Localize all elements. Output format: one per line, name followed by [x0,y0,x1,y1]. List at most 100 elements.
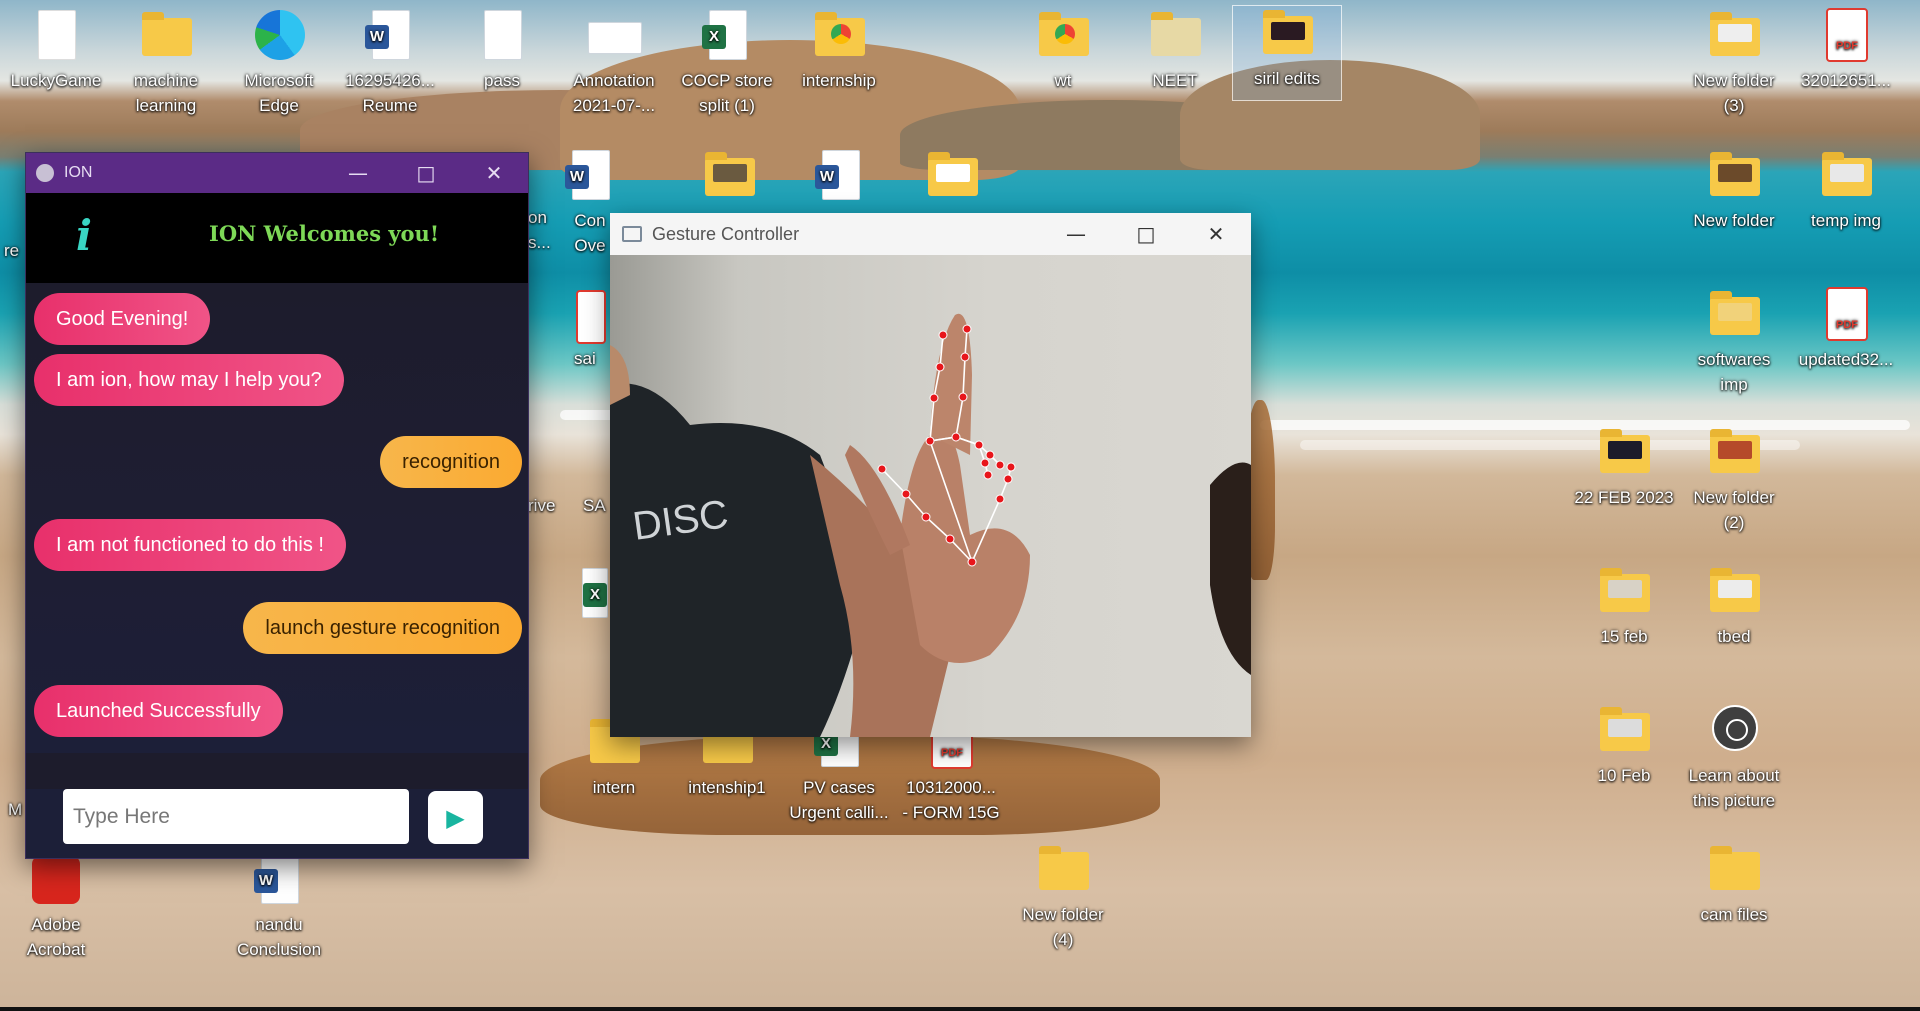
desktop-icon-15-feb[interactable]: 15 feb [1570,564,1678,649]
icon-label: re [4,241,20,260]
document-icon [28,8,84,64]
send-button[interactable]: ▶ [428,791,483,844]
icon-label: New folder [1693,211,1775,230]
ion-titlebar[interactable]: ION — □ ✕ [26,153,528,193]
desktop-icon-updated32[interactable]: PDF updated32... [1792,287,1900,372]
desktop-icon-tbed[interactable]: tbed [1680,564,1788,649]
acrobat-icon [28,852,84,908]
icon-label: New folder [1022,905,1104,924]
maximize-button[interactable]: □ [392,153,460,193]
icon-label: 22 FEB 2023 [1574,488,1674,507]
icon-label: New folder [1693,71,1775,90]
desktop-icon-annotation[interactable]: Annotation 2021-07-... [560,8,668,118]
icon-label-line2: Acrobat [26,940,86,959]
icon-label-line2: Reume [362,96,418,115]
pdf-icon: PDF [1818,287,1874,343]
icon-label: temp img [1811,211,1881,230]
desktop-icon-nandu-conclusion[interactable]: W nandu Conclusion [225,852,333,962]
desktop-icon-wt[interactable]: wt [1009,8,1117,93]
desktop-icon-pass[interactable]: pass [448,8,556,93]
minimize-button[interactable]: — [1041,214,1111,254]
desktop-icon-partial-re[interactable]: re [4,238,24,263]
desktop-icon-cam-files[interactable]: cam files [1680,842,1788,927]
icon-label: 32012651... [1801,71,1891,90]
desktop-icon-temp-img[interactable]: temp img [1792,148,1900,233]
icon-label-line2: Edge [259,96,299,115]
folder-icon [1259,6,1315,62]
desktop-icon-new-folder-4[interactable]: New folder (4) [1009,842,1117,952]
globe-icon [36,164,54,182]
icon-label: 10312000... [906,778,996,797]
camera-feed: DISC [610,255,1251,737]
icon-label: siril edits [1253,69,1321,88]
play-triangle-icon: ▶ [446,803,465,832]
window-title: ION [64,164,93,181]
folder-icon [1706,8,1762,64]
desktop-icon-softwares-imp[interactable]: softwares imp [1680,287,1788,397]
bot-message: I am ion, how may I help you? [34,354,344,406]
desktop-icon-learn-about-picture[interactable]: Learn about this picture [1680,703,1788,813]
desktop-icon-machine-learning[interactable]: machine learning [112,8,220,118]
word-doc-icon: W [251,852,307,908]
icon-label: tbed [1717,627,1751,646]
icon-label: pass [484,71,520,90]
close-button[interactable]: ✕ [1181,214,1251,254]
icon-label: New folder [1693,488,1775,507]
desktop-icon-siril-edits[interactable]: siril edits [1232,5,1342,101]
desktop-icon-partial-rive[interactable]: rive [528,493,556,518]
desktop-icon-new-folder-3[interactable]: New folder (3) [1680,8,1788,118]
desktop-icon-adobe-acrobat[interactable]: Adobe Acrobat [2,852,110,962]
icon-label-line2: 2021-07-... [572,96,656,115]
folder-icon [1706,148,1762,204]
desktop-icon-luckygame[interactable]: LuckyGame [2,8,110,93]
desktop-icon-new-folder[interactable]: New folder [1680,148,1788,233]
desktop-icon-cocp[interactable]: X COCP store split (1) [673,8,781,118]
icon-label: internship [802,71,876,90]
icon-label: NEET [1152,71,1198,90]
desktop-icon-10-feb[interactable]: 10 Feb [1570,703,1678,788]
ion-header: i ION Welcomes you! [26,193,528,283]
folder-icon [1706,287,1762,343]
icon-label: rive [528,496,556,515]
folder-icon [138,8,194,64]
maximize-button[interactable]: □ [1111,214,1181,254]
icon-label: 10 Feb [1597,766,1651,785]
desktop-icon-partial-sa[interactable]: SA [583,493,611,518]
info-icon: i [76,211,92,260]
word-doc-icon: W [362,8,418,64]
desktop-icon-partial-sai[interactable]: sai [574,290,610,371]
bot-message: I am not functioned to do this ! [34,519,346,571]
desktop-icon-neet[interactable]: NEET [1121,8,1229,93]
icon-label: PV cases [803,778,875,797]
desktop-icon-reume[interactable]: W 16295426... Reume [336,8,444,118]
icon-label: on [528,208,547,227]
desktop-icon-partial-folder-b[interactable] [898,148,1006,208]
bot-message: Good Evening! [34,293,211,345]
desktop-icon-partial-folder-a[interactable] [675,148,783,208]
camera-circle-icon [1706,703,1762,759]
image-file-icon [586,8,642,64]
icon-label: Learn about [1688,766,1780,785]
ion-window[interactable]: ION — □ ✕ i ION Welcomes you! Good Eveni… [25,152,529,859]
desktop-icon-22-feb-2023[interactable]: 22 FEB 2023 [1570,425,1678,510]
icon-label: intern [592,778,636,797]
desktop-icon-pdf-32012651[interactable]: PDF 32012651... [1792,8,1900,93]
message-input[interactable]: Type Here [63,789,409,844]
close-button[interactable]: ✕ [460,153,528,193]
folder-icon [1706,425,1762,481]
word-doc-icon: W [562,148,618,204]
desktop-icon-partial-on[interactable]: on s... [528,205,556,255]
gesture-titlebar[interactable]: Gesture Controller — □ ✕ [610,213,1251,255]
desktop-icon-new-folder-2[interactable]: New folder (2) [1680,425,1788,535]
desktop-icon-internship[interactable]: internship [785,8,893,93]
minimize-button[interactable]: — [324,153,392,193]
edge-icon [251,8,307,64]
icon-label-line2: (3) [1723,96,1745,115]
desktop-icon-edge[interactable]: Microsoft Edge [225,8,333,118]
icon-label: sai [574,349,596,368]
chat-area[interactable]: Good Evening! I am ion, how may I help y… [26,283,528,753]
folder-icon [1596,564,1652,620]
desktop-icon-partial-word-b[interactable]: W [786,148,894,208]
gesture-controller-window[interactable]: Gesture Controller — □ ✕ DISC [610,213,1251,737]
desktop-icon-partial-excel[interactable]: X [582,566,610,626]
